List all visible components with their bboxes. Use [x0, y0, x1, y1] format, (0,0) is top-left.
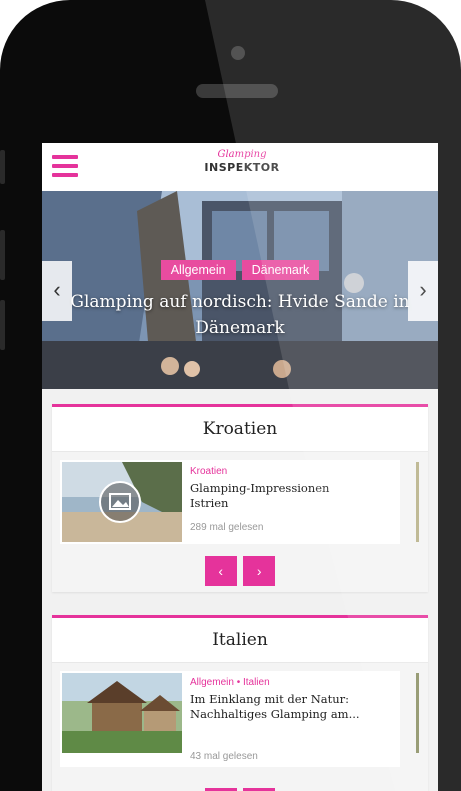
hero-next-arrow[interactable]: ›: [408, 261, 438, 321]
hero-tags: Allgemein Dänemark: [42, 260, 438, 280]
section-kroatien: Kroatien Kroatien Glamping-Impressionen …: [52, 404, 428, 592]
volume-down-button: [0, 300, 5, 350]
tag-daenemark[interactable]: Dänemark: [241, 260, 320, 280]
article-thumbnail[interactable]: [62, 462, 182, 542]
section-title: Italien: [52, 618, 428, 663]
site-logo[interactable]: Glamping INSPEKTOR: [192, 149, 292, 185]
hero-slider[interactable]: Allgemein Dänemark Glamping auf nordisch:…: [42, 191, 438, 389]
section-title: Kroatien: [52, 407, 428, 452]
article-thumbnail[interactable]: [62, 673, 182, 753]
article-category[interactable]: Allgemein • Italien: [190, 677, 270, 688]
front-camera: [231, 46, 245, 60]
carousel-pager: ‹ ›: [52, 556, 428, 586]
article-title[interactable]: Im Einklang mit der Natur: Nachhaltiges …: [190, 692, 360, 722]
logo-main-text: INSPEKTOR: [204, 161, 280, 174]
section-italien: Italien Allgemein • Italien Im Einklang …: [52, 615, 428, 791]
section-carousel: Allgemein • Italien Im Einklang mit der …: [52, 663, 428, 791]
volume-up-button: [0, 230, 5, 280]
pager-next-button[interactable]: ›: [243, 556, 276, 586]
mute-switch: [0, 150, 5, 184]
next-card-peek: [416, 462, 419, 542]
section-carousel: Kroatien Glamping-Impressionen Istrien 2…: [52, 452, 428, 592]
hero-title[interactable]: Glamping auf nordisch: Hvide Sande in Dä…: [62, 289, 418, 341]
article-card[interactable]: Kroatien Glamping-Impressionen Istrien 2…: [60, 460, 400, 544]
earpiece-speaker: [196, 84, 278, 98]
site-header: Glamping INSPEKTOR: [42, 143, 438, 191]
hero-prev-arrow[interactable]: ‹: [42, 261, 72, 321]
article-category[interactable]: Kroatien: [190, 466, 227, 477]
article-title[interactable]: Glamping-Impressionen Istrien: [190, 481, 360, 511]
article-read-count: 289 mal gelesen: [190, 522, 264, 533]
tag-allgemein[interactable]: Allgemein: [160, 260, 236, 280]
article-read-count: 43 mal gelesen: [190, 751, 258, 762]
next-card-peek: [416, 673, 419, 753]
pager-prev-button[interactable]: ‹: [204, 556, 237, 586]
hamburger-icon[interactable]: [52, 155, 78, 177]
phone-frame: Glamping INSPEKTOR Allgemein Dänemark Gl…: [0, 0, 461, 791]
article-card[interactable]: Allgemein • Italien Im Einklang mit der …: [60, 671, 400, 767]
logo-script-text: Glamping: [217, 149, 267, 160]
phone-screen: Glamping INSPEKTOR Allgemein Dänemark Gl…: [42, 143, 438, 791]
